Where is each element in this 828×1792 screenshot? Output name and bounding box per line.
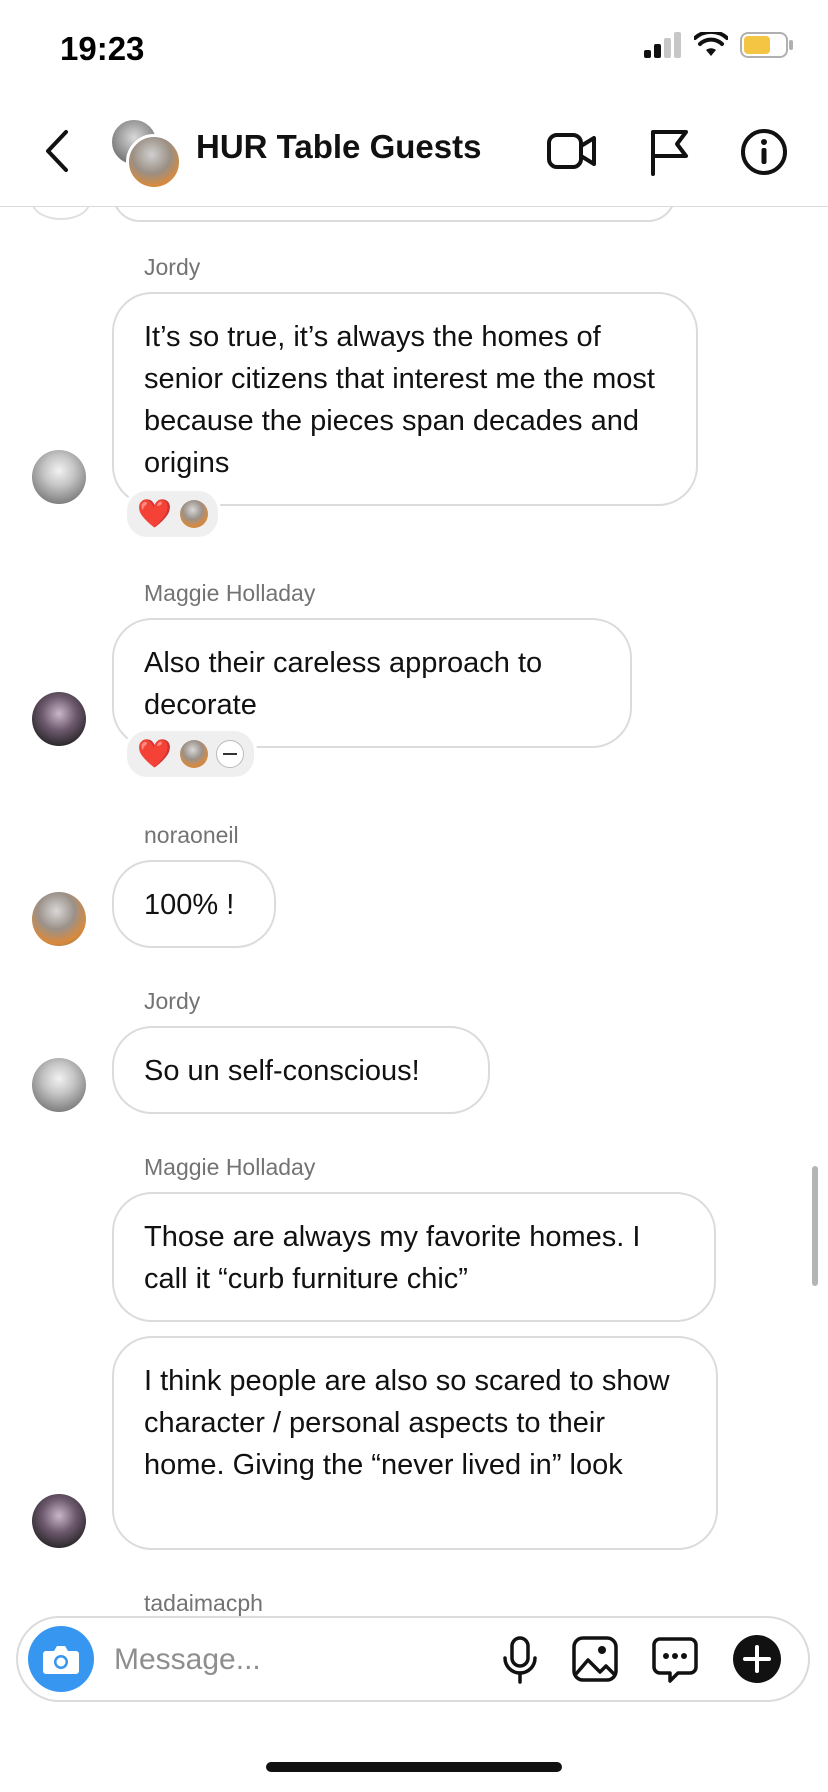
wifi-icon xyxy=(694,32,728,56)
image-icon[interactable] xyxy=(572,1636,618,1682)
sender-name: Jordy xyxy=(144,988,201,1014)
back-button[interactable] xyxy=(38,126,78,176)
chat-title[interactable]: HUR Table Guests xyxy=(196,128,481,166)
message-input[interactable] xyxy=(112,1634,446,1686)
home-indicator[interactable] xyxy=(266,1762,562,1772)
status-time: 19:23 xyxy=(60,30,145,67)
message-bubble[interactable]: It’s so true, it’s always the homes of s… xyxy=(112,292,698,506)
camera-button[interactable] xyxy=(28,1626,94,1692)
message-bubble[interactable]: So un self-conscious! xyxy=(112,1026,490,1114)
chat-bubble-icon[interactable] xyxy=(652,1636,698,1684)
message-bubble[interactable]: I think people are also so scared to sho… xyxy=(112,1336,718,1550)
sender-name: tadaimacph xyxy=(144,1590,263,1616)
message-reactions[interactable]: ❤️ xyxy=(124,488,221,540)
message-bubble[interactable] xyxy=(112,206,676,222)
signal-icon xyxy=(644,32,681,58)
video-camera-icon[interactable] xyxy=(546,128,598,174)
info-icon[interactable] xyxy=(740,128,788,176)
reactor-avatar xyxy=(215,740,244,768)
message-reactions[interactable]: ❤️ xyxy=(124,728,257,780)
reactor-avatar xyxy=(179,500,208,528)
heart-reaction-icon: ❤️ xyxy=(137,738,172,769)
sender-name: noraoneil xyxy=(144,822,239,848)
avatar xyxy=(32,206,90,220)
flag-icon[interactable] xyxy=(648,128,690,176)
avatar[interactable] xyxy=(32,892,86,946)
plus-icon[interactable] xyxy=(732,1634,782,1684)
avatar[interactable] xyxy=(32,1494,86,1548)
message-thread[interactable]: Jordy It’s so true, it’s always the home… xyxy=(0,206,828,1616)
sender-name: Maggie Holladay xyxy=(144,580,316,606)
avatar[interactable] xyxy=(32,450,86,504)
message-bubble[interactable]: Those are always my favorite homes. I ca… xyxy=(112,1192,716,1322)
camera-icon xyxy=(43,1646,79,1674)
sender-name: Jordy xyxy=(144,254,201,280)
status-bar: 19:23 xyxy=(0,0,828,100)
message-composer xyxy=(16,1616,810,1702)
reactor-avatar xyxy=(179,740,208,768)
microphone-icon[interactable] xyxy=(502,1636,538,1684)
status-icons xyxy=(644,32,794,58)
message-bubble[interactable]: 100% ! xyxy=(112,860,276,948)
chat-header: HUR Table Guests xyxy=(0,100,828,207)
avatar[interactable] xyxy=(32,1058,86,1112)
avatar[interactable] xyxy=(32,692,86,746)
sender-name: Maggie Holladay xyxy=(144,1154,316,1180)
heart-reaction-icon: ❤️ xyxy=(137,498,172,529)
battery-icon xyxy=(740,32,793,58)
scrollbar[interactable] xyxy=(812,1166,818,1286)
group-avatar[interactable] xyxy=(110,118,182,190)
group-avatar-member xyxy=(126,134,182,190)
